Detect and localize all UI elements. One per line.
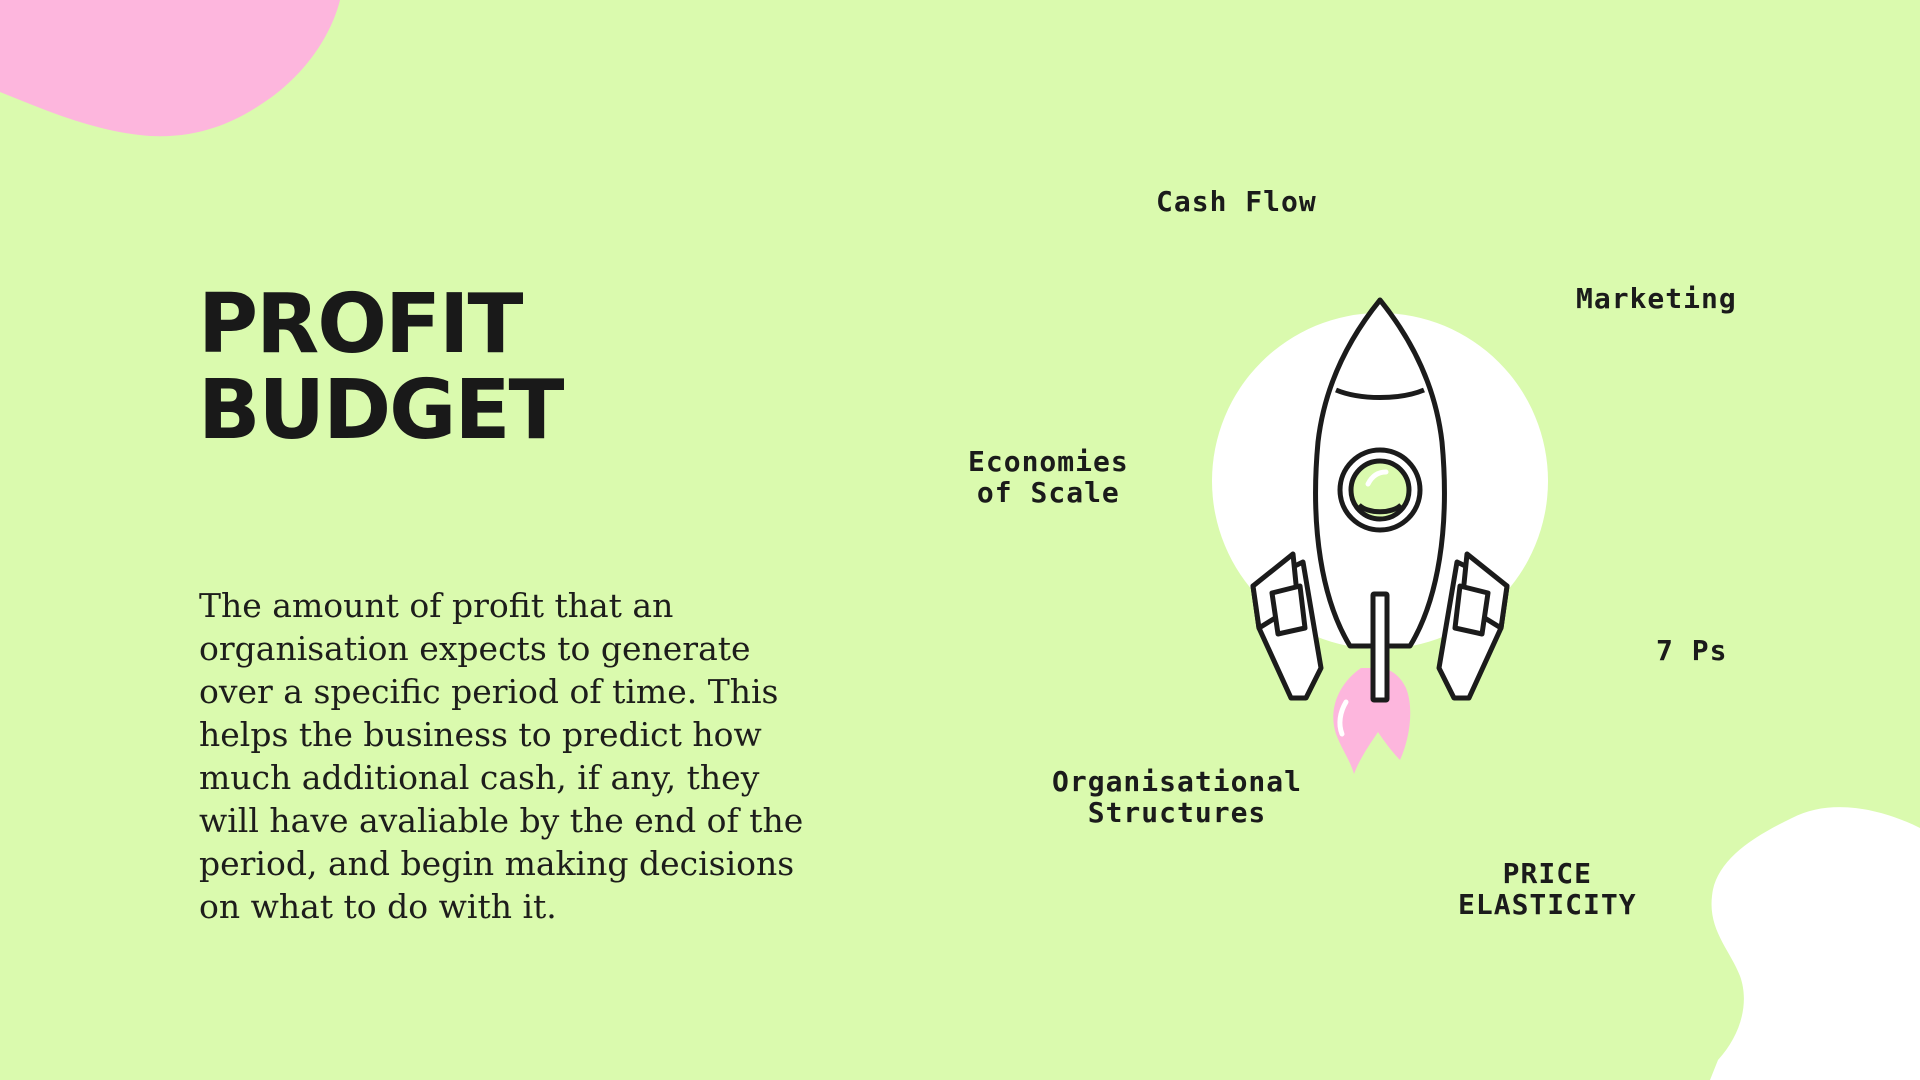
keyword-7-ps: 7 Ps <box>1656 635 1727 666</box>
title-line-2: BUDGET <box>198 363 564 458</box>
keyword-economies-of-scale: Economies of Scale <box>968 446 1129 508</box>
keyword-marketing-label: Marketing <box>1576 282 1737 315</box>
keyword-cash-flow: Cash Flow <box>1156 186 1317 217</box>
keyword-price-line-1: PRICE <box>1502 857 1592 890</box>
page-title: PROFIT BUDGET <box>198 277 564 458</box>
keyword-cash-flow-label: Cash Flow <box>1156 185 1317 218</box>
keyword-marketing: Marketing <box>1576 283 1737 314</box>
keyword-price-elasticity: PRICE ELASTICITY <box>1458 858 1637 920</box>
keyword-7-ps-label: 7 Ps <box>1656 634 1728 667</box>
title-line-1: PROFIT <box>198 277 523 372</box>
keyword-price-line-2: ELASTICITY <box>1458 888 1637 921</box>
keyword-economies-line-1: Economies <box>968 445 1129 478</box>
white-blob-decoration <box>1710 807 1920 1080</box>
keyword-org-line-2: Structures <box>1087 796 1267 829</box>
rocket-icon <box>1212 297 1548 774</box>
keyword-economies-line-2: of Scale <box>976 476 1120 509</box>
pink-blob-decoration <box>0 0 340 137</box>
slide: PROFIT BUDGET The amount of profit that … <box>0 0 1920 1080</box>
definition-text: The amount of profit that an organisatio… <box>199 586 804 926</box>
